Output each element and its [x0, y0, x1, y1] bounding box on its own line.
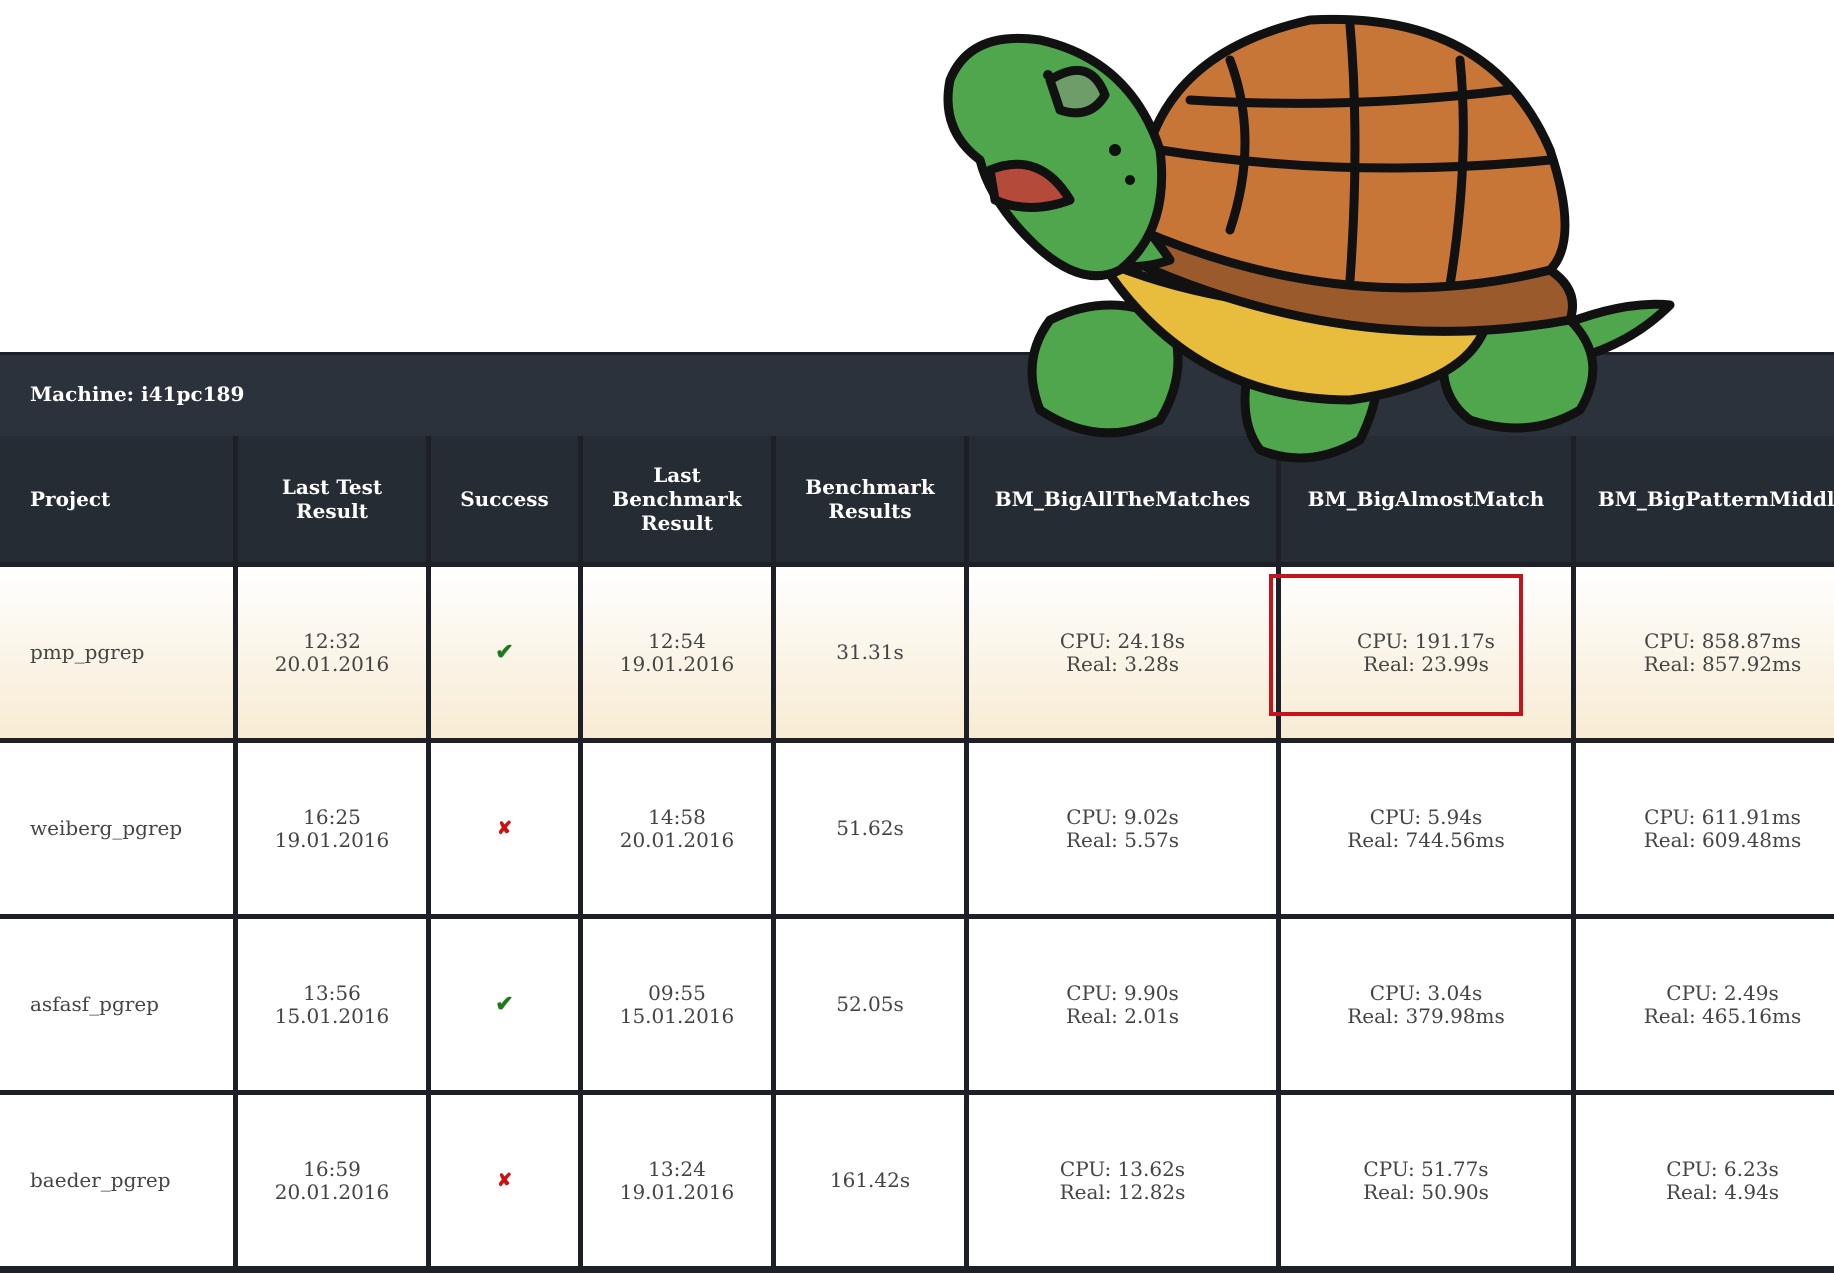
last-benchmark-cell: 12:54 19.01.2016	[583, 567, 771, 738]
real-time: Real: 2.01s	[1065, 1003, 1180, 1028]
results-table: Project Last Test Result Success Last Benc…	[0, 436, 1834, 1273]
benchmark-results-cell[interactable]: 51.62s	[776, 743, 964, 914]
bm-big-pattern-middle-cell: CPU: 6.23s Real: 4.94s	[1576, 1095, 1834, 1266]
column-header-last-test-result[interactable]: Last Test Result	[238, 436, 426, 562]
project-name: weiberg_pgrep	[30, 816, 183, 840]
cpu-time: CPU: 6.23s	[1666, 1156, 1779, 1181]
success-cell: ✘	[431, 1095, 578, 1266]
header-line: Benchmark	[805, 475, 935, 499]
benchmark-total: 161.42s	[829, 1168, 911, 1192]
machine-label: Machine: i41pc189	[30, 382, 245, 406]
highlight-box	[1269, 574, 1523, 716]
real-time: Real: 4.94s	[1665, 1179, 1780, 1204]
real-time: Real: 5.57s	[1065, 827, 1180, 852]
bm-big-all-the-matches-cell: CPU: 9.90s Real: 2.01s	[969, 919, 1276, 1090]
checkmark-icon: ✔	[495, 639, 514, 665]
date: 19.01.2016	[274, 827, 390, 852]
cpu-time: CPU: 5.94s	[1369, 804, 1483, 829]
real-time: Real: 857.92ms	[1643, 651, 1802, 676]
bm-big-pattern-middle-cell: CPU: 2.49s Real: 465.16ms	[1576, 919, 1834, 1090]
date: 20.01.2016	[274, 651, 390, 676]
cross-icon: ✘	[496, 1170, 513, 1191]
bm-big-all-the-matches-cell: CPU: 13.62s Real: 12.82s	[969, 1095, 1276, 1266]
cpu-time: CPU: 3.04s	[1369, 980, 1483, 1005]
header-line: Results	[828, 499, 912, 523]
last-benchmark-cell: 14:58 20.01.2016	[583, 743, 771, 914]
real-time: Real: 3.28s	[1065, 651, 1180, 676]
project-name: pmp_pgrep	[30, 640, 145, 664]
cartoon-turtle-icon	[943, 14, 1675, 463]
cpu-time: CPU: 858.87ms	[1644, 628, 1801, 653]
cpu-time: CPU: 9.02s	[1066, 804, 1179, 829]
date: 20.01.2016	[619, 827, 735, 852]
cpu-time: CPU: 24.18s	[1059, 628, 1186, 653]
last-test-cell: 16:25 19.01.2016	[238, 743, 426, 914]
time: 12:32	[303, 628, 361, 653]
header-line: Benchmark	[612, 487, 742, 511]
time: 14:58	[648, 804, 706, 829]
time: 16:25	[303, 804, 361, 829]
cpu-time: CPU: 13.62s	[1059, 1156, 1186, 1181]
project-cell[interactable]: asfasf_pgrep	[0, 919, 233, 1090]
date: 19.01.2016	[619, 651, 735, 676]
cpu-time: CPU: 51.77s	[1363, 1156, 1489, 1181]
bm-big-pattern-middle-cell: CPU: 858.87ms Real: 857.92ms	[1576, 567, 1834, 738]
bm-big-almost-match-cell: CPU: 51.77s Real: 50.90s	[1281, 1095, 1571, 1266]
real-time: Real: 12.82s	[1059, 1179, 1186, 1204]
time: 09:55	[648, 980, 706, 1005]
benchmark-results-cell[interactable]: 161.42s	[776, 1095, 964, 1266]
time: 12:54	[648, 628, 706, 653]
real-time: Real: 465.16ms	[1643, 1003, 1802, 1028]
last-test-cell: 16:59 20.01.2016	[238, 1095, 426, 1266]
cpu-time: CPU: 2.49s	[1666, 980, 1779, 1005]
header-line: Result	[296, 499, 368, 523]
success-cell: ✘	[431, 743, 578, 914]
cross-icon: ✘	[496, 818, 513, 839]
benchmark-total: 52.05s	[836, 992, 904, 1016]
date: 15.01.2016	[274, 1003, 390, 1028]
last-test-cell: 13:56 15.01.2016	[238, 919, 426, 1090]
project-cell[interactable]: pmp_pgrep	[0, 567, 233, 738]
benchmark-total: 51.62s	[836, 816, 904, 840]
header-line: Last Test	[281, 475, 383, 499]
date: 15.01.2016	[619, 1003, 735, 1028]
success-cell: ✔	[431, 567, 578, 738]
bm-big-almost-match-cell: CPU: 5.94s Real: 744.56ms	[1281, 743, 1571, 914]
column-header-last-benchmark-result[interactable]: Last Benchmark Result	[583, 436, 771, 562]
success-cell: ✔	[431, 919, 578, 1090]
project-name: asfasf_pgrep	[30, 992, 159, 1016]
bm-big-almost-match-cell: CPU: 3.04s Real: 379.98ms	[1281, 919, 1571, 1090]
real-time: Real: 50.90s	[1363, 1179, 1489, 1204]
project-cell[interactable]: baeder_pgrep	[0, 1095, 233, 1266]
project-cell[interactable]: weiberg_pgrep	[0, 743, 233, 914]
benchmark-results-cell[interactable]: 52.05s	[776, 919, 964, 1090]
real-time: Real: 379.98ms	[1347, 1003, 1505, 1028]
column-header-project[interactable]: Project	[0, 436, 233, 562]
header-line: Last	[653, 463, 701, 487]
date: 20.01.2016	[274, 1179, 390, 1204]
cpu-time: CPU: 611.91ms	[1644, 804, 1801, 829]
bm-big-all-the-matches-cell: CPU: 24.18s Real: 3.28s	[969, 567, 1276, 738]
project-name: baeder_pgrep	[30, 1168, 171, 1192]
bm-big-pattern-middle-cell: CPU: 611.91ms Real: 609.48ms	[1576, 743, 1834, 914]
cpu-time: CPU: 9.90s	[1066, 980, 1179, 1005]
column-header-success[interactable]: Success	[431, 436, 578, 562]
benchmark-total: 31.31s	[836, 640, 904, 664]
last-benchmark-cell: 09:55 15.01.2016	[583, 919, 771, 1090]
time: 13:56	[303, 980, 361, 1005]
time: 16:59	[303, 1156, 361, 1181]
header-line: Result	[641, 511, 713, 535]
real-time: Real: 744.56ms	[1347, 827, 1505, 852]
real-time: Real: 609.48ms	[1643, 827, 1802, 852]
checkmark-icon: ✔	[495, 991, 514, 1017]
bm-big-all-the-matches-cell: CPU: 9.02s Real: 5.57s	[969, 743, 1276, 914]
date: 19.01.2016	[619, 1179, 735, 1204]
last-test-cell: 12:32 20.01.2016	[238, 567, 426, 738]
last-benchmark-cell: 13:24 19.01.2016	[583, 1095, 771, 1266]
time: 13:24	[648, 1156, 706, 1181]
benchmark-results-cell[interactable]: 31.31s	[776, 567, 964, 738]
